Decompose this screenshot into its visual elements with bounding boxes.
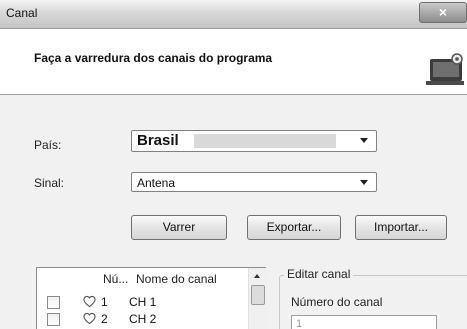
export-button[interactable]: Exportar... xyxy=(247,215,341,240)
country-select[interactable]: Brasil xyxy=(131,130,377,152)
scroll-up-icon[interactable] xyxy=(254,274,260,278)
heart-icon xyxy=(83,312,96,325)
chevron-down-icon xyxy=(360,180,368,185)
channel-number-label: Número do canal xyxy=(291,295,383,309)
header-title: Faça a varredura dos canais do programa xyxy=(34,51,273,65)
scroll-thumb[interactable] xyxy=(251,285,265,305)
signal-select[interactable]: Antena xyxy=(131,172,377,192)
channel-number-field[interactable]: 1 xyxy=(291,315,437,329)
channel-number: 1 xyxy=(101,295,108,309)
list-item[interactable]: 1 CH 1 xyxy=(37,295,249,311)
signal-value: Antena xyxy=(137,176,176,190)
heart-icon xyxy=(83,295,96,308)
channel-dialog: Canal × Faça a varredura dos canais do p… xyxy=(0,0,467,329)
signal-label: Sinal: xyxy=(34,176,65,190)
country-value: Brasil xyxy=(137,132,179,149)
dialog-header: Faça a varredura dos canais do programa xyxy=(0,29,467,95)
scan-button[interactable]: Varrer xyxy=(131,215,227,240)
window-title: Canal xyxy=(6,6,38,20)
close-button[interactable]: × xyxy=(419,2,467,23)
vertical-scrollbar[interactable] xyxy=(248,268,266,329)
tv-scan-icon xyxy=(426,53,464,85)
close-icon: × xyxy=(438,4,448,20)
channel-list[interactable]: Nú... Nome do canal 1 CH 1 2 CH 2 xyxy=(36,267,266,329)
column-header-number[interactable]: Nú... xyxy=(103,268,128,290)
chevron-down-icon xyxy=(360,138,368,143)
country-highlight xyxy=(194,134,336,148)
channel-name: CH 1 xyxy=(129,295,157,309)
channel-name: CH 2 xyxy=(129,312,157,326)
channel-checkbox[interactable] xyxy=(47,313,60,326)
edit-channel-legend: Editar canal xyxy=(284,267,354,281)
column-header-name[interactable]: Nome do canal xyxy=(136,268,217,290)
list-item[interactable]: 2 CH 2 xyxy=(37,312,249,328)
title-bar: Canal × xyxy=(0,0,467,29)
channel-number-value: 1 xyxy=(296,318,303,329)
import-button[interactable]: Importar... xyxy=(355,215,447,240)
channel-number: 2 xyxy=(101,312,108,326)
channel-checkbox[interactable] xyxy=(47,296,60,309)
country-label: País: xyxy=(34,138,62,152)
